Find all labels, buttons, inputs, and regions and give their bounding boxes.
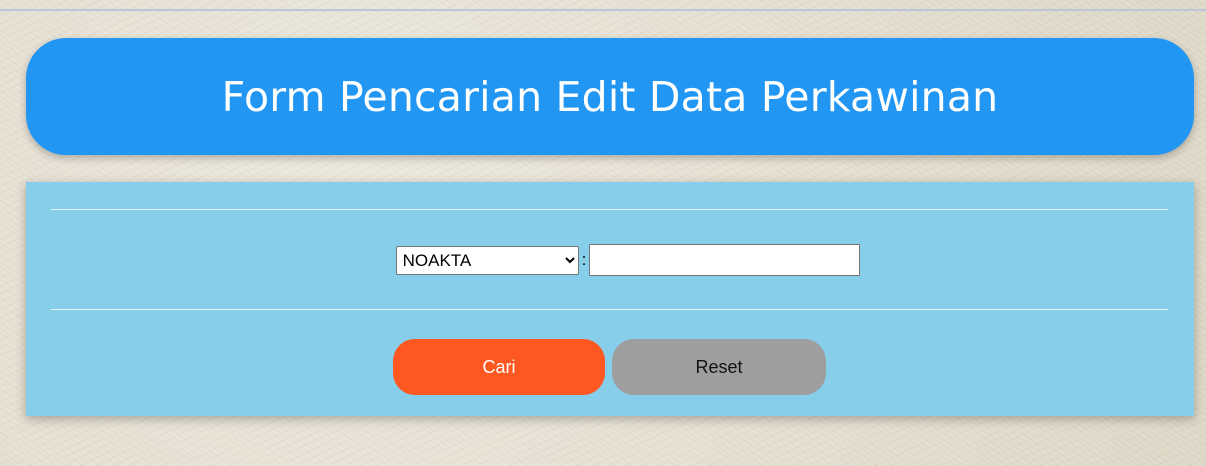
reset-button[interactable]: Reset — [612, 339, 826, 395]
page-title: Form Pencarian Edit Data Perkawinan — [221, 72, 999, 121]
search-button[interactable]: Cari — [393, 339, 605, 395]
search-value-input[interactable] — [589, 244, 861, 276]
divider-bottom — [51, 309, 1168, 310]
search-field-select[interactable]: NOAKTA — [395, 245, 579, 275]
divider-top — [51, 209, 1168, 210]
button-row: Cari Reset — [26, 339, 1194, 395]
search-row: NOAKTA : — [26, 243, 1194, 277]
search-form-panel: NOAKTA : Cari Reset — [26, 182, 1194, 416]
top-border-line — [0, 9, 1206, 11]
field-separator: : — [581, 250, 587, 269]
header-banner: Form Pencarian Edit Data Perkawinan — [26, 38, 1194, 155]
